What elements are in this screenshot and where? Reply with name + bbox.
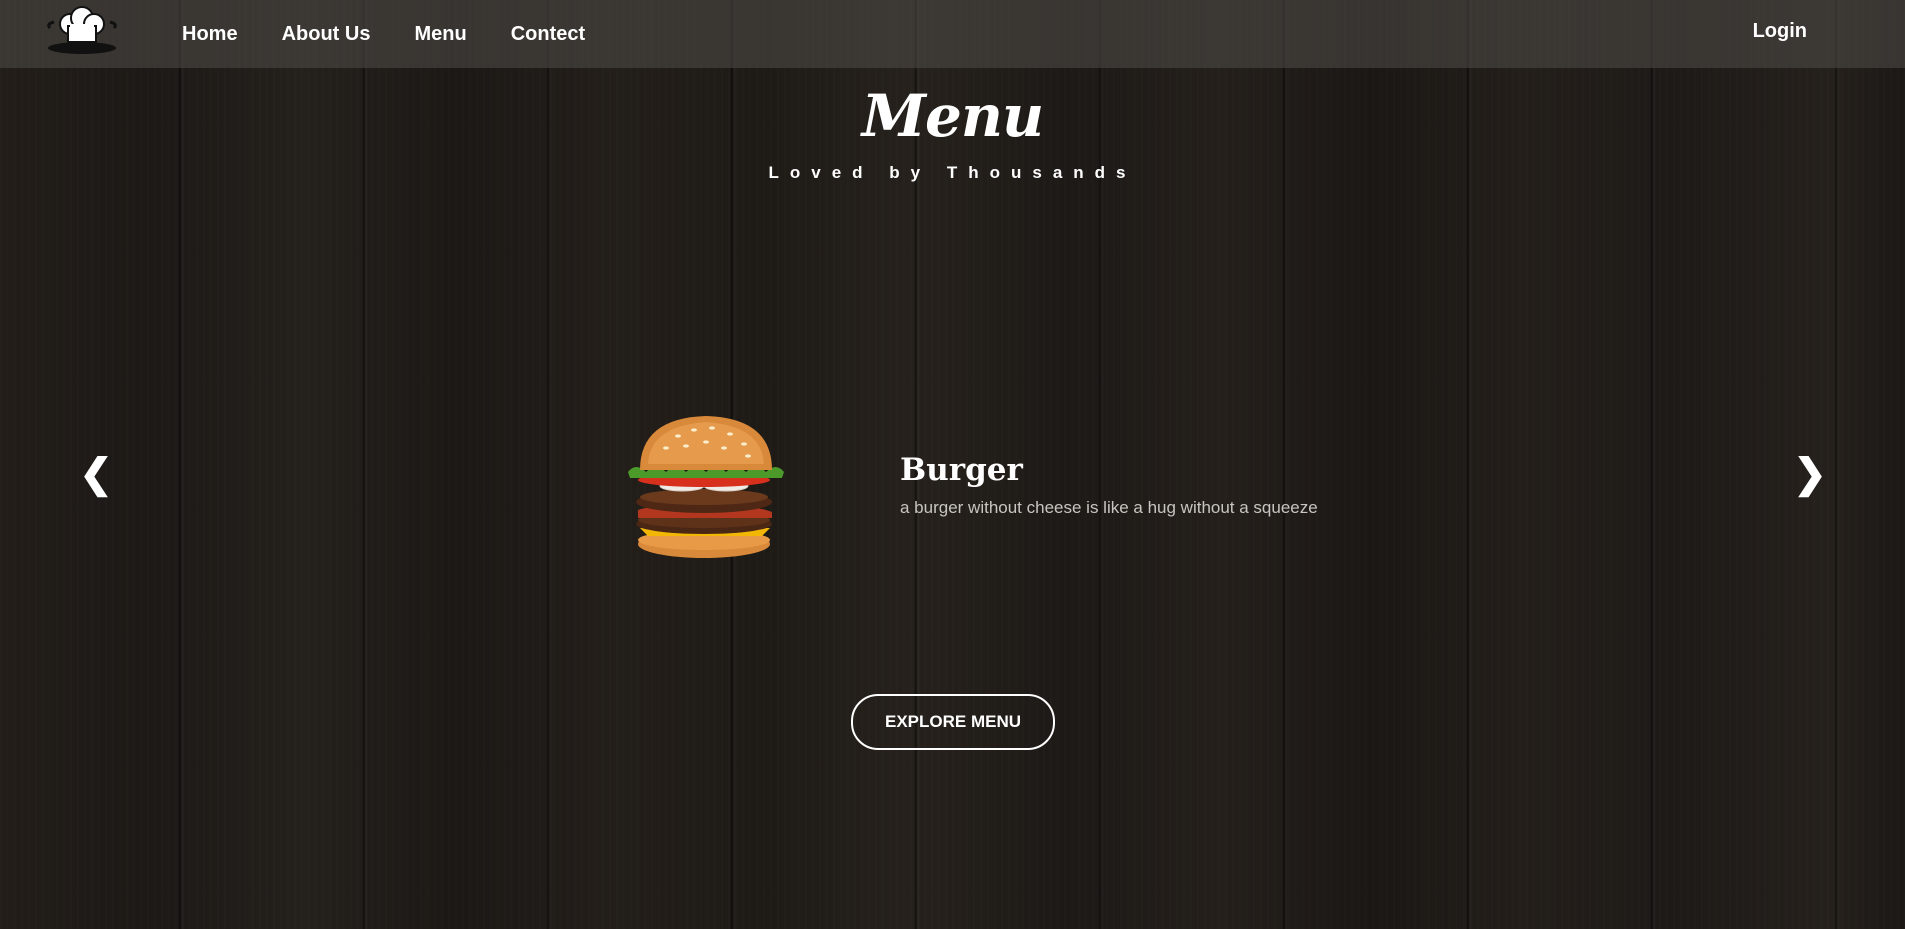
menu-item-title: Burger [900, 452, 1023, 488]
nav-home-link[interactable]: Home [182, 23, 238, 46]
page-title: Menu [861, 82, 1044, 150]
login-link[interactable]: Login [1753, 20, 1807, 43]
burger-icon [622, 408, 790, 560]
menu-item-description: a burger without cheese is like a hug wi… [900, 498, 1318, 517]
chef-hat-icon[interactable] [44, 6, 120, 56]
nav-links: Home About Us Menu Contect [160, 0, 607, 68]
chevron-left-icon[interactable]: ❮ [76, 450, 116, 498]
explore-menu-button[interactable]: EXPLORE MENU [851, 694, 1055, 750]
navbar: Home About Us Menu Contect Login [0, 0, 1905, 68]
nav-menu-link[interactable]: Menu [414, 23, 466, 46]
nav-about-link[interactable]: About Us [282, 23, 371, 46]
chevron-right-icon[interactable]: ❯ [1790, 450, 1830, 498]
page-subtitle: Loved by Thousands [768, 163, 1137, 182]
page: Home About Us Menu Contect Login Menu Lo… [0, 0, 1905, 929]
nav-contact-link[interactable]: Contect [511, 23, 585, 46]
